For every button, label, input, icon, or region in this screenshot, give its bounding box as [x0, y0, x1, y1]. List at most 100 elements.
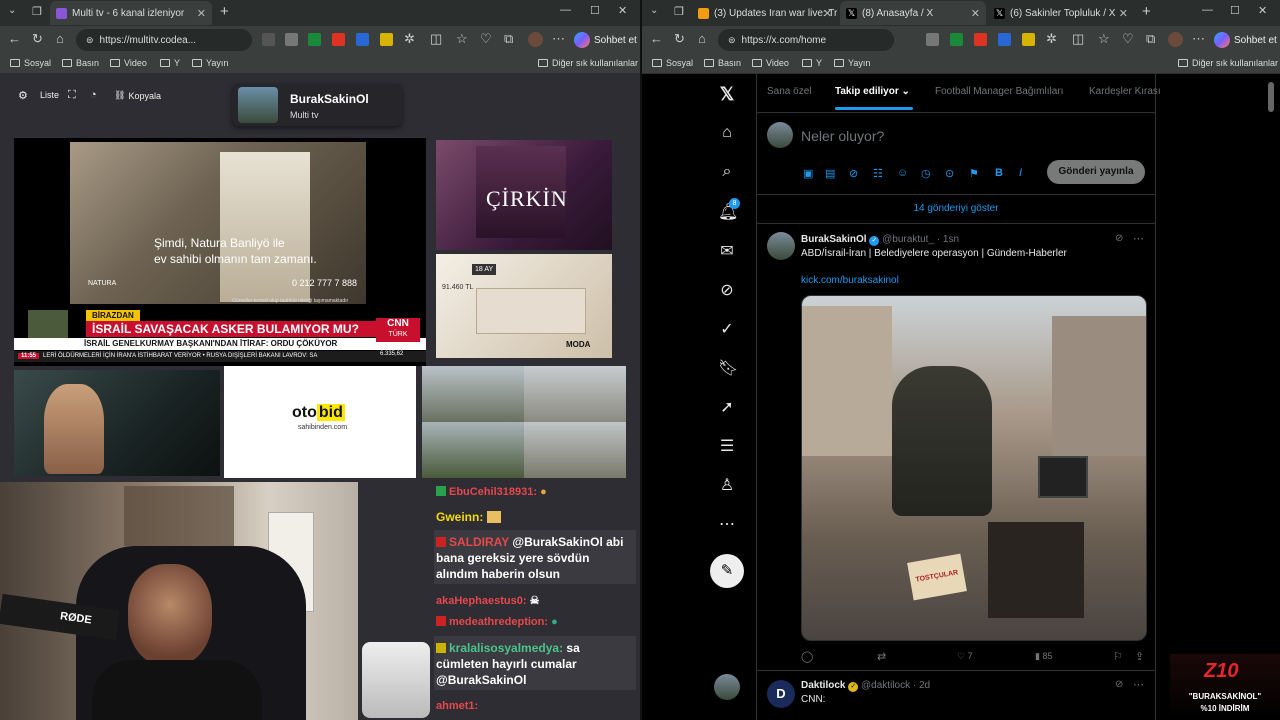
extension-icon[interactable]	[950, 33, 963, 46]
bookmark-folder[interactable]: Video	[752, 58, 789, 68]
tweet-avatar[interactable]	[767, 232, 795, 260]
url-field[interactable]: ⊜ https://multitv.codea...	[76, 29, 252, 51]
extension-icon[interactable]	[974, 33, 987, 46]
like-button[interactable]: ♡ 7	[957, 651, 973, 662]
list-button[interactable]: Liste	[40, 90, 59, 100]
tweet-link[interactable]: kick.com/buraksakinol	[801, 275, 899, 286]
compose-post-button[interactable]: ✎	[710, 554, 744, 588]
bookmark-folder[interactable]: Yayın	[192, 58, 228, 68]
refresh-icon[interactable]: ↻	[32, 31, 43, 47]
video-cell-ad[interactable]	[14, 370, 220, 476]
extension-icon[interactable]	[285, 33, 298, 46]
messages-icon[interactable]: ✉	[718, 241, 736, 260]
bookmark-folder[interactable]: Basın	[62, 58, 99, 68]
tab-multitv[interactable]: Multi tv - 6 kanal izleniyor ✕	[50, 1, 212, 25]
maximize-icon[interactable]: ☐	[1230, 4, 1240, 17]
copy-button[interactable]: ⛓ Kopyala	[114, 90, 161, 101]
copilot-chat-button[interactable]: Sohbet et	[1214, 29, 1277, 51]
post-button[interactable]: Gönderi yayınla	[1047, 160, 1145, 184]
more-icon[interactable]: ⋯	[718, 514, 736, 533]
back-icon[interactable]: ←	[650, 31, 663, 46]
bookmark-folder[interactable]: Yayın	[834, 58, 870, 68]
video-cell-cirkin[interactable]: ÇİRKİN	[436, 140, 612, 250]
minimize-icon[interactable]: —	[1202, 4, 1213, 16]
notifications-icon[interactable]: 🔔︎ 8	[718, 198, 740, 221]
extension-icon[interactable]	[262, 33, 275, 46]
timer-icon[interactable]: ◔	[90, 89, 97, 101]
split-screen-icon[interactable]: ◫	[430, 31, 442, 47]
new-tab-icon[interactable]: +	[220, 3, 229, 20]
more-menu-icon[interactable]: ⋯	[552, 31, 565, 47]
workspaces-icon[interactable]: ❐	[32, 5, 42, 18]
extensions-icon[interactable]: ✲	[1046, 31, 1057, 47]
maximize-icon[interactable]: ☐	[590, 4, 600, 17]
flag-icon[interactable]: ⚑	[969, 167, 979, 180]
tab-community-2[interactable]: Kardeşler Kırası	[1089, 86, 1161, 97]
browser-essentials-icon[interactable]: ♡	[1122, 31, 1134, 47]
video-cell-otobid[interactable]: oto bid sahibinden.com	[224, 366, 416, 478]
minimize-icon[interactable]: —	[560, 4, 571, 16]
tweet-more-icon[interactable]: ⋯	[1133, 232, 1144, 245]
profile-avatar[interactable]	[1168, 32, 1183, 47]
browser-essentials-icon[interactable]: ♡	[480, 31, 492, 47]
close-tab-icon[interactable]: ✕	[197, 7, 206, 20]
workspaces-icon[interactable]: ❐	[674, 5, 684, 18]
views-button[interactable]: ▮ 85	[1035, 651, 1052, 662]
x-logo-icon[interactable]: 𝕏	[718, 84, 736, 104]
chat-username[interactable]: ahmet1:	[436, 700, 478, 712]
bookmark-folder[interactable]: Basın	[704, 58, 741, 68]
image-icon[interactable]: ▣	[803, 167, 813, 180]
split-screen-icon[interactable]: ◫	[1072, 31, 1084, 47]
video-cell-cnn[interactable]: Şimdi, Natura Banliyö ile ev sahibi olma…	[14, 138, 426, 366]
bookmark-folder[interactable]: Video	[110, 58, 147, 68]
emoji-icon[interactable]: ☺	[897, 167, 908, 179]
chat-username[interactable]: SALDIRAY	[449, 535, 509, 549]
tab-list-icon[interactable]: ⌄	[8, 5, 16, 16]
tweet-author[interactable]: BurakSakinOl	[801, 234, 867, 245]
chat-username[interactable]: kralalisosyalmedya:	[449, 641, 563, 655]
chat-username[interactable]: EbuCehil318931:	[449, 486, 537, 498]
grok-explain-icon[interactable]: ⊘	[1115, 679, 1123, 690]
poll-icon[interactable]: ☷	[873, 167, 883, 180]
tab-x-community[interactable]: 𝕏 (6) Sakinler Topluluk / X ✕	[988, 1, 1134, 25]
tweet-image[interactable]: TOSTÇULAR	[801, 295, 1147, 641]
fullscreen-icon[interactable]: ⛶	[68, 89, 76, 102]
lists-icon[interactable]: ☰	[718, 436, 736, 455]
bookmark-icon[interactable]: ⚐	[1113, 650, 1123, 663]
tab-community[interactable]: Football Manager Bağımlıları	[935, 86, 1063, 97]
share-icon[interactable]: ⇪	[1135, 650, 1144, 663]
favorites-icon[interactable]: ☆	[1098, 31, 1110, 47]
extension-icon[interactable]	[308, 33, 321, 46]
extensions-icon[interactable]: ✲	[404, 31, 415, 47]
tweet-author[interactable]: Daktilock	[801, 680, 845, 691]
favorites-icon[interactable]: ☆	[456, 31, 468, 47]
tweet-more-icon[interactable]: ⋯	[1133, 678, 1144, 691]
scrollbar-thumb[interactable]	[1268, 82, 1274, 112]
profile-icon[interactable]: ♙	[718, 475, 736, 494]
grok-icon[interactable]: ⊘	[718, 280, 736, 299]
collections-icon[interactable]: ⧉	[1146, 31, 1155, 47]
refresh-icon[interactable]: ↻	[674, 31, 685, 47]
account-avatar[interactable]	[714, 674, 740, 700]
bookmark-folder[interactable]: Sosyal	[652, 58, 693, 68]
new-tab-icon[interactable]: +	[1142, 3, 1151, 20]
retweet-icon[interactable]: ⇄	[877, 650, 886, 663]
verified-icon[interactable]: ✓	[718, 319, 736, 338]
grok-icon[interactable]: ⊘	[849, 167, 858, 180]
extension-icon[interactable]	[380, 33, 393, 46]
copilot-chat-button[interactable]: Sohbet et	[574, 29, 637, 51]
other-bookmarks[interactable]: Diğer sık kullanılanlar	[1178, 58, 1278, 68]
search-icon[interactable]: ⌕	[718, 163, 736, 181]
home-icon[interactable]: ⌂	[718, 124, 736, 142]
jobs-icon[interactable]: ➚	[718, 397, 736, 416]
home-icon[interactable]: ⌂	[56, 31, 64, 46]
translate-icon[interactable]	[356, 33, 369, 46]
bookmark-folder[interactable]: Y	[802, 58, 822, 68]
tab-x-home[interactable]: 𝕏 (8) Anasayfa / X ✕	[840, 1, 986, 25]
video-cell-city-cams[interactable]	[422, 366, 626, 478]
profile-avatar[interactable]	[528, 32, 543, 47]
extension-icon[interactable]	[926, 33, 939, 46]
close-tab-icon[interactable]: ✕	[823, 7, 832, 20]
close-tab-icon[interactable]: ✕	[971, 7, 980, 20]
italic-icon[interactable]: I	[1019, 167, 1022, 179]
